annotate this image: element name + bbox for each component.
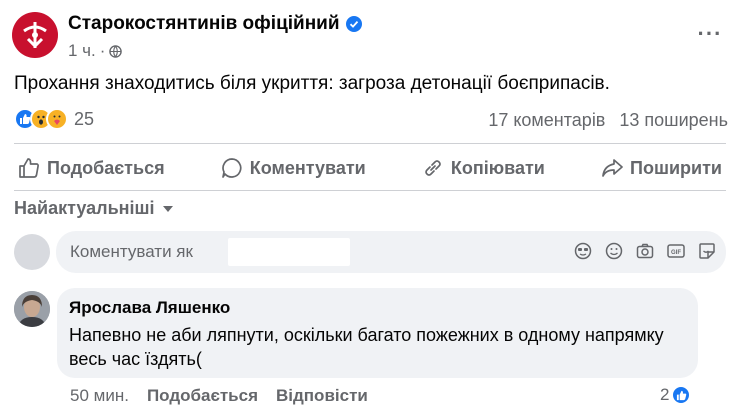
comment-meta: 50 мин. Подобається Відповісти <box>70 386 368 406</box>
camera-icon[interactable] <box>636 242 654 260</box>
emoji-icon[interactable] <box>605 242 623 260</box>
city-emblem-icon <box>23 22 47 49</box>
user-avatar <box>14 234 50 270</box>
comment-time[interactable]: 50 мин. <box>70 386 129 406</box>
reactions-summary[interactable]: 25 <box>14 108 94 130</box>
more-options-button[interactable]: ··· <box>692 21 728 46</box>
link-icon <box>425 160 441 176</box>
comment-like-button[interactable]: Подобається <box>147 386 258 406</box>
page-name[interactable]: Старокостянтинів офіційний <box>68 13 340 35</box>
copy-button[interactable]: Копіювати <box>418 157 549 179</box>
verified-badge-icon <box>345 16 362 32</box>
like-label: Подобається <box>47 157 165 178</box>
comment-likes-count: 2 <box>660 385 670 404</box>
copy-label: Копіювати <box>450 157 545 178</box>
post-header: Старокостянтинів офіційний 1 ч. · ··· <box>12 10 728 66</box>
meta-separator: · <box>99 41 106 60</box>
comment-label: Коментувати <box>249 157 366 178</box>
avatar-sticker-icon[interactable] <box>574 242 592 260</box>
caret-down-icon <box>162 205 173 212</box>
sort-label: Найактуальніші <box>14 198 155 218</box>
share-arrow-icon <box>602 159 623 177</box>
like-button[interactable]: Подобається <box>14 157 169 179</box>
comment-bubble-icon <box>221 158 242 178</box>
redacted-name <box>228 238 350 266</box>
composer-placeholder: Коментувати як <box>70 242 193 261</box>
post-time[interactable]: 1 ч. <box>68 41 96 61</box>
divider <box>14 143 726 144</box>
share-label: Поширити <box>630 157 722 178</box>
thumbs-up-icon <box>19 158 39 178</box>
post-text: Прохання знаходитись біля укриття: загро… <box>14 73 610 94</box>
post-stats: 17 коментарів 13 поширень <box>488 110 728 131</box>
care-reaction-icon <box>46 108 68 130</box>
comment-author[interactable]: Ярослава Ляшенко <box>69 298 230 318</box>
comment-button[interactable]: Коментувати <box>217 157 370 179</box>
comment-composer[interactable]: Коментувати як GIF <box>56 231 726 273</box>
page-avatar[interactable] <box>12 12 58 58</box>
globe-icon <box>109 44 123 58</box>
comment-reactions[interactable]: 2 <box>660 385 692 405</box>
more-dots-icon: ··· <box>697 21 723 46</box>
post-action-bar: Подобається Коментувати Копіювати Пошири… <box>14 150 726 186</box>
share-button[interactable]: Поширити <box>597 157 726 179</box>
gif-icon[interactable]: GIF <box>667 242 685 260</box>
svg-text:GIF: GIF <box>671 250 681 256</box>
shares-count-link[interactable]: 13 поширень <box>619 110 728 131</box>
comment-bubble: Ярослава Ляшенко Напевно не аби ляпнути,… <box>57 288 698 378</box>
page-name-row: Старокостянтинів офіційний <box>68 13 362 35</box>
comment-sort-dropdown[interactable]: Найактуальніші <box>14 198 173 219</box>
comments-count-link[interactable]: 17 коментарів <box>488 110 605 131</box>
sticker-icon[interactable] <box>698 242 716 260</box>
composer-tools: GIF <box>574 242 716 260</box>
reactions-count: 25 <box>74 108 95 129</box>
divider <box>14 190 726 191</box>
comment-reply-button[interactable]: Відповісти <box>276 386 368 406</box>
like-reaction-icon <box>671 385 692 405</box>
post-meta: 1 ч. · <box>68 41 123 61</box>
comment-text: Напевно не аби ляпнути, оскільки багато … <box>69 325 664 369</box>
commenter-avatar[interactable] <box>14 291 50 327</box>
